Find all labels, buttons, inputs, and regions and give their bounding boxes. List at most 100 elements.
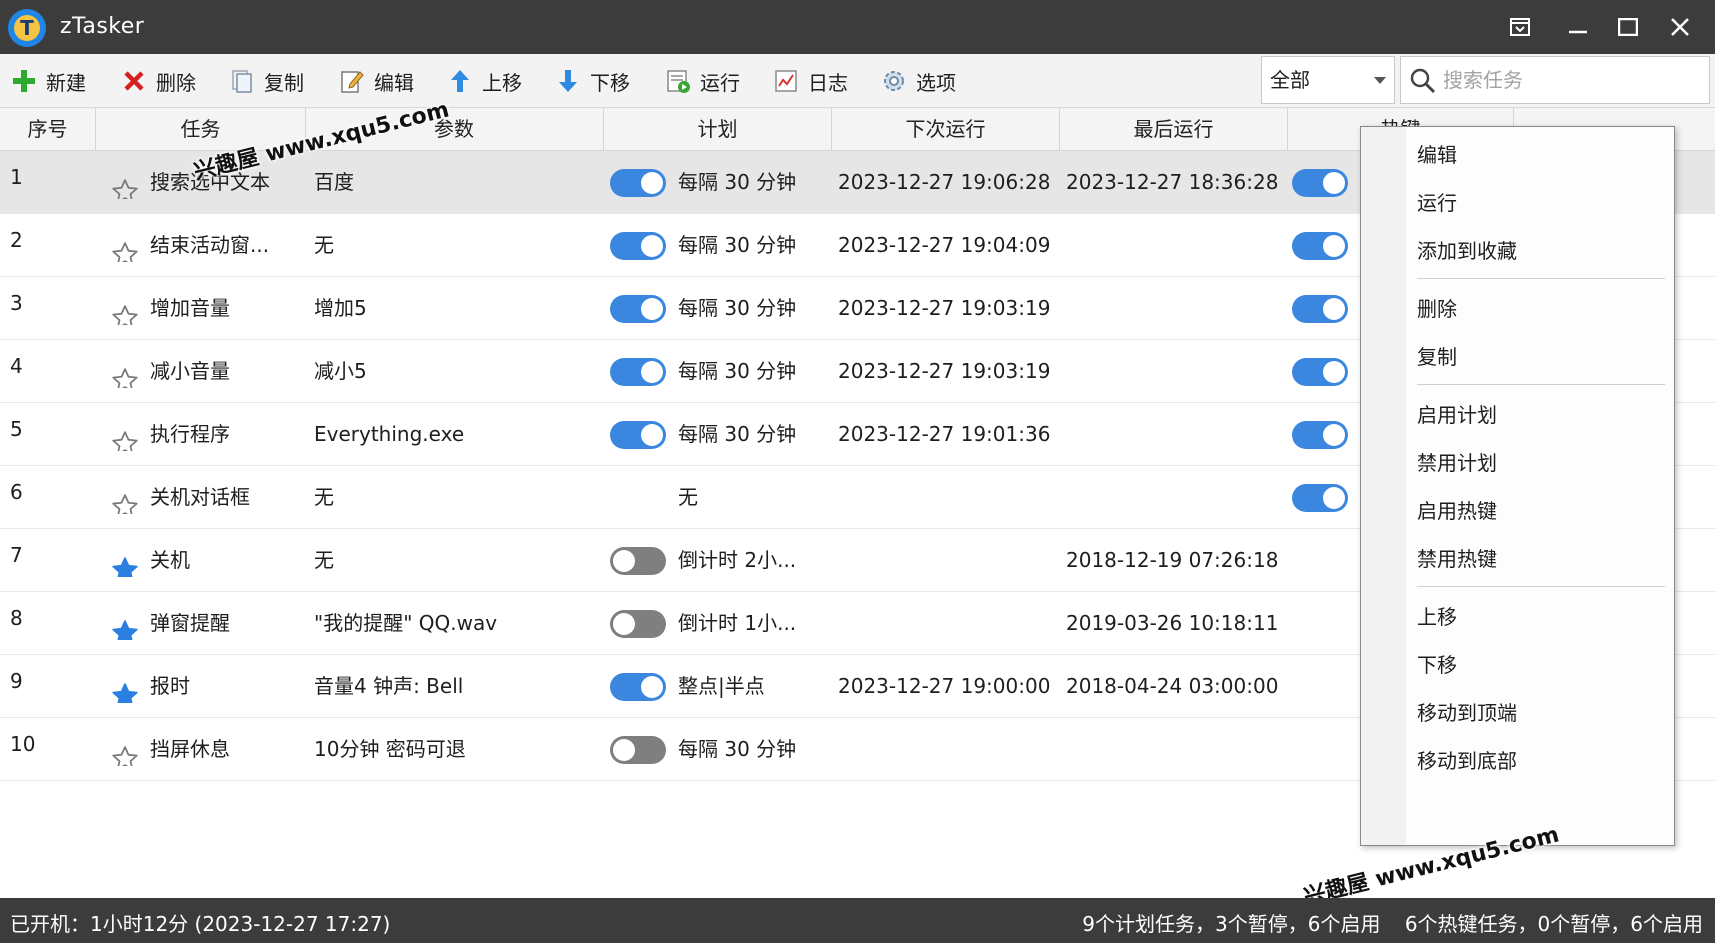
toggle-knob: [641, 172, 663, 194]
plus-icon: [10, 67, 38, 95]
run-button[interactable]: 运行: [664, 62, 740, 100]
column-header-number[interactable]: 序号: [0, 108, 96, 151]
run-list-icon: [664, 67, 692, 95]
toggle-switch[interactable]: [610, 736, 666, 764]
ctx-move-top[interactable]: 移动到顶端: [1417, 687, 1657, 739]
toggle-knob: [613, 613, 635, 635]
plan-toggle[interactable]: [610, 232, 666, 260]
star-outline-icon[interactable]: [110, 421, 140, 451]
toggle-switch[interactable]: [1292, 484, 1348, 512]
hotkey-toggle[interactable]: [1292, 421, 1348, 449]
edit-button[interactable]: 编辑: [338, 62, 414, 100]
plan-toggle[interactable]: [610, 673, 666, 701]
next-run-time: 2023-12-27 19:03:19: [838, 296, 1051, 320]
plan-toggle[interactable]: [610, 169, 666, 197]
new-button[interactable]: 新建: [10, 62, 86, 100]
plan-toggle[interactable]: [610, 295, 666, 323]
ctx-move-down[interactable]: 下移: [1417, 639, 1657, 691]
star-filled-icon[interactable]: [110, 673, 140, 703]
restore-down-button[interactable]: [1498, 8, 1542, 46]
move-down-button[interactable]: 下移: [554, 62, 630, 100]
next-run-time: 2023-12-27 19:06:28: [838, 170, 1051, 194]
star-filled-icon[interactable]: [110, 610, 140, 640]
ctx-add-favorite[interactable]: 添加到收藏: [1417, 225, 1657, 277]
star-outline-icon[interactable]: [110, 232, 140, 262]
ctx-move-bottom[interactable]: 移动到底部: [1417, 735, 1657, 787]
hotkey-toggle[interactable]: [1292, 295, 1348, 323]
toggle-switch[interactable]: [1292, 169, 1348, 197]
toggle-switch[interactable]: [610, 421, 666, 449]
toggle-switch[interactable]: [610, 610, 666, 638]
star-filled-icon[interactable]: [110, 547, 140, 577]
ctx-run[interactable]: 运行: [1417, 177, 1657, 229]
copy-button[interactable]: 复制: [228, 62, 304, 100]
hotkey-toggle[interactable]: [1292, 169, 1348, 197]
plan-toggle[interactable]: [610, 547, 666, 575]
task-params: 无: [314, 548, 334, 572]
column-header-last-run[interactable]: 最后运行: [1060, 108, 1288, 151]
next-run-time: 2023-12-27 19:04:09: [838, 233, 1051, 257]
toggle-switch[interactable]: [610, 358, 666, 386]
hotkey-toggle[interactable]: [1292, 232, 1348, 260]
ctx-delete[interactable]: 删除: [1417, 283, 1657, 335]
last-run-time: 2019-03-26 10:18:11: [1066, 611, 1279, 635]
row-number: 6: [10, 480, 23, 504]
column-header-plan[interactable]: 计划: [604, 108, 832, 151]
hotkey-toggle[interactable]: [1292, 358, 1348, 386]
toggle-knob: [641, 676, 663, 698]
options-button[interactable]: 选项: [880, 62, 956, 100]
task-plan: 每隔 30 分钟: [678, 422, 797, 446]
column-header-next-run[interactable]: 下次运行: [832, 108, 1060, 151]
move-up-button[interactable]: 上移: [446, 62, 522, 100]
ctx-disable-plan[interactable]: 禁用计划: [1417, 437, 1657, 489]
star-outline-icon[interactable]: [110, 295, 140, 325]
toggle-switch[interactable]: [610, 547, 666, 575]
task-name: 结束活动窗...: [150, 233, 270, 257]
minimize-button[interactable]: [1556, 8, 1600, 46]
toggle-switch[interactable]: [1292, 421, 1348, 449]
task-name: 挡屏休息: [150, 737, 230, 761]
toggle-switch[interactable]: [1292, 295, 1348, 323]
plan-toggle[interactable]: [610, 736, 666, 764]
maximize-icon: [1618, 18, 1638, 36]
menu-separator: [1417, 278, 1665, 279]
toggle-switch[interactable]: [610, 295, 666, 323]
task-plan: 每隔 30 分钟: [678, 233, 797, 257]
ctx-copy[interactable]: 复制: [1417, 331, 1657, 383]
toggle-switch[interactable]: [610, 673, 666, 701]
toggle-knob: [641, 298, 663, 320]
ctx-disable-hotkey[interactable]: 禁用热键: [1417, 533, 1657, 585]
star-outline-icon[interactable]: [110, 358, 140, 388]
task-name: 关机对话框: [150, 485, 250, 509]
delete-button[interactable]: 删除: [120, 62, 196, 100]
toggle-switch[interactable]: [610, 232, 666, 260]
star-outline-icon[interactable]: [110, 736, 140, 766]
plan-toggle[interactable]: [610, 358, 666, 386]
task-params: 无: [314, 485, 334, 509]
restore-icon: [1510, 18, 1530, 36]
star-outline-icon[interactable]: [110, 484, 140, 514]
ctx-enable-hotkey[interactable]: 启用热键: [1417, 485, 1657, 537]
toggle-switch[interactable]: [610, 169, 666, 197]
toggle-switch[interactable]: [1292, 358, 1348, 386]
plan-toggle[interactable]: [610, 610, 666, 638]
filter-dropdown[interactable]: 全部: [1261, 56, 1395, 104]
plan-toggle[interactable]: [610, 421, 666, 449]
ctx-enable-plan[interactable]: 启用计划: [1417, 389, 1657, 441]
hotkey-toggle[interactable]: [1292, 484, 1348, 512]
ctx-move-up[interactable]: 上移: [1417, 591, 1657, 643]
star-outline-icon[interactable]: [110, 169, 140, 199]
toggle-switch[interactable]: [1292, 232, 1348, 260]
ctx-edit[interactable]: 编辑: [1417, 129, 1657, 181]
close-button[interactable]: [1658, 8, 1702, 46]
log-button[interactable]: 日志: [772, 62, 848, 100]
task-plan: 每隔 30 分钟: [678, 296, 797, 320]
status-bar: 已开机：1小时12分 (2023-12-27 17:27) 9个计划任务，3个暂…: [0, 898, 1715, 943]
task-name: 报时: [150, 674, 190, 698]
task-params: 百度: [314, 170, 354, 194]
row-number: 3: [10, 291, 23, 315]
log-chart-icon: [772, 67, 800, 95]
search-input[interactable]: [1443, 63, 1698, 97]
row-number: 4: [10, 354, 23, 378]
maximize-button[interactable]: [1606, 8, 1650, 46]
